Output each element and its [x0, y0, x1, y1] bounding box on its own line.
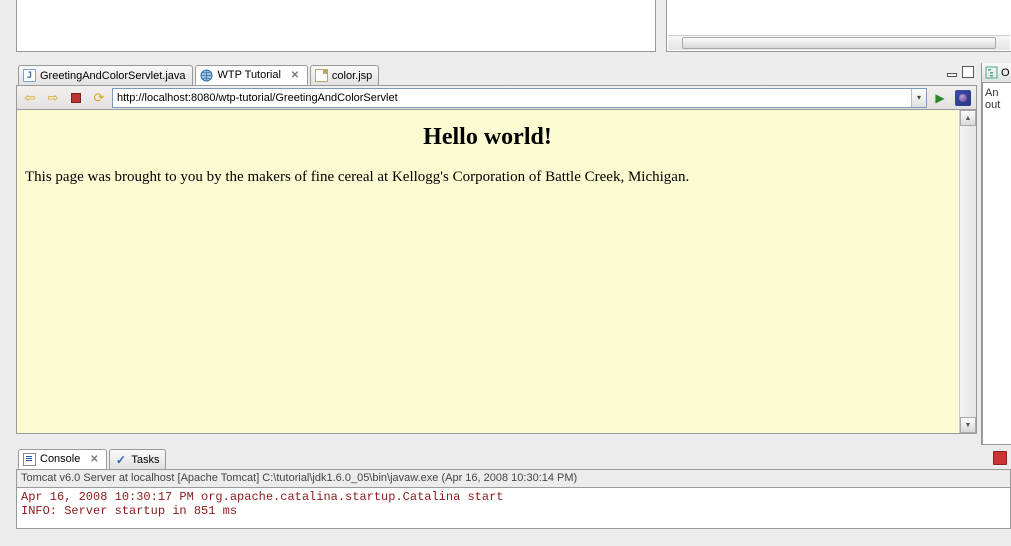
- console-line: INFO: Server startup in 851 ms: [21, 504, 1006, 518]
- outline-view: O An out: [981, 63, 1011, 445]
- tab-label: WTP Tutorial: [218, 69, 281, 81]
- url-dropdown-button[interactable]: ▾: [911, 89, 926, 107]
- editor-tabs: J GreetingAndColorServlet.java WTP Tutor…: [16, 63, 977, 85]
- globe-icon: [200, 68, 214, 82]
- close-icon[interactable]: ✕: [289, 69, 301, 81]
- console-title: Tomcat v6.0 Server at localhost [Apache …: [16, 469, 1011, 487]
- tab-label: Console: [40, 453, 80, 465]
- url-input[interactable]: [113, 89, 911, 107]
- tab-label: Tasks: [131, 454, 159, 466]
- refresh-icon: ⟳: [94, 90, 105, 106]
- outline-tab[interactable]: O: [982, 63, 1011, 83]
- tab-wtp-tutorial[interactable]: WTP Tutorial ✕: [195, 65, 308, 85]
- tab-color-jsp[interactable]: color.jsp: [310, 65, 379, 85]
- outline-body: An out: [982, 83, 1011, 445]
- open-external-button[interactable]: [953, 88, 973, 108]
- browser-viewport: Hello world! This page was brought to yo…: [16, 110, 977, 434]
- stop-icon: [71, 93, 81, 103]
- horizontal-scrollbar[interactable]: [668, 35, 1010, 50]
- refresh-button[interactable]: ⟳: [89, 88, 109, 108]
- console-output[interactable]: Apr 16, 2008 10:30:17 PM org.apache.cata…: [16, 487, 1011, 529]
- top-right-panel: [666, 0, 1011, 52]
- console-icon: [23, 453, 36, 466]
- terminate-icon[interactable]: [993, 451, 1007, 465]
- browser-toolbar: ⇦ ⇨ ⟳ ▾ ▶: [16, 85, 977, 110]
- url-field: ▾: [112, 88, 927, 108]
- console-toolbar: [993, 451, 1007, 468]
- bottom-views: Console ✕ ✓ Tasks Tomcat v6.0 Server at …: [16, 449, 1011, 546]
- page-paragraph: This page was brought to you by the make…: [25, 169, 950, 186]
- top-split-area: [0, 0, 1011, 63]
- back-button[interactable]: ⇦: [20, 88, 40, 108]
- tab-label: color.jsp: [332, 70, 372, 82]
- vertical-scrollbar[interactable]: ▲ ▼: [959, 110, 976, 433]
- tab-greeting-servlet[interactable]: J GreetingAndColorServlet.java: [18, 65, 193, 85]
- stop-button[interactable]: [66, 88, 86, 108]
- maximize-icon[interactable]: [961, 65, 975, 79]
- play-icon: ▶: [935, 91, 944, 105]
- arrow-left-icon: ⇦: [25, 90, 36, 106]
- tab-tasks[interactable]: ✓ Tasks: [109, 449, 166, 469]
- scroll-up-button[interactable]: ▲: [960, 110, 976, 126]
- forward-button[interactable]: ⇨: [43, 88, 63, 108]
- close-icon[interactable]: ✕: [88, 453, 100, 465]
- scrollbar-thumb[interactable]: [682, 37, 996, 49]
- editor-area: J GreetingAndColorServlet.java WTP Tutor…: [16, 63, 977, 445]
- outline-icon: [985, 66, 998, 79]
- console-line: Apr 16, 2008 10:30:17 PM org.apache.cata…: [21, 490, 1006, 504]
- minimize-icon[interactable]: [945, 65, 959, 79]
- arrow-right-icon: ⇨: [48, 90, 59, 106]
- bottom-tabs: Console ✕ ✓ Tasks: [16, 449, 1011, 469]
- tab-console[interactable]: Console ✕: [18, 449, 107, 469]
- tasks-icon: ✓: [114, 453, 127, 466]
- jsp-file-icon: [315, 69, 328, 82]
- go-button[interactable]: ▶: [930, 88, 950, 108]
- page-content: Hello world! This page was brought to yo…: [17, 110, 958, 433]
- eclipse-icon: [955, 90, 971, 106]
- empty-editor-panel: [16, 0, 656, 52]
- java-file-icon: J: [23, 69, 36, 82]
- outline-tab-label: O: [1001, 67, 1010, 79]
- page-heading: Hello world!: [25, 124, 950, 151]
- scroll-down-button[interactable]: ▼: [960, 417, 976, 433]
- editor-window-controls: [945, 65, 975, 79]
- tab-label: GreetingAndColorServlet.java: [40, 70, 186, 82]
